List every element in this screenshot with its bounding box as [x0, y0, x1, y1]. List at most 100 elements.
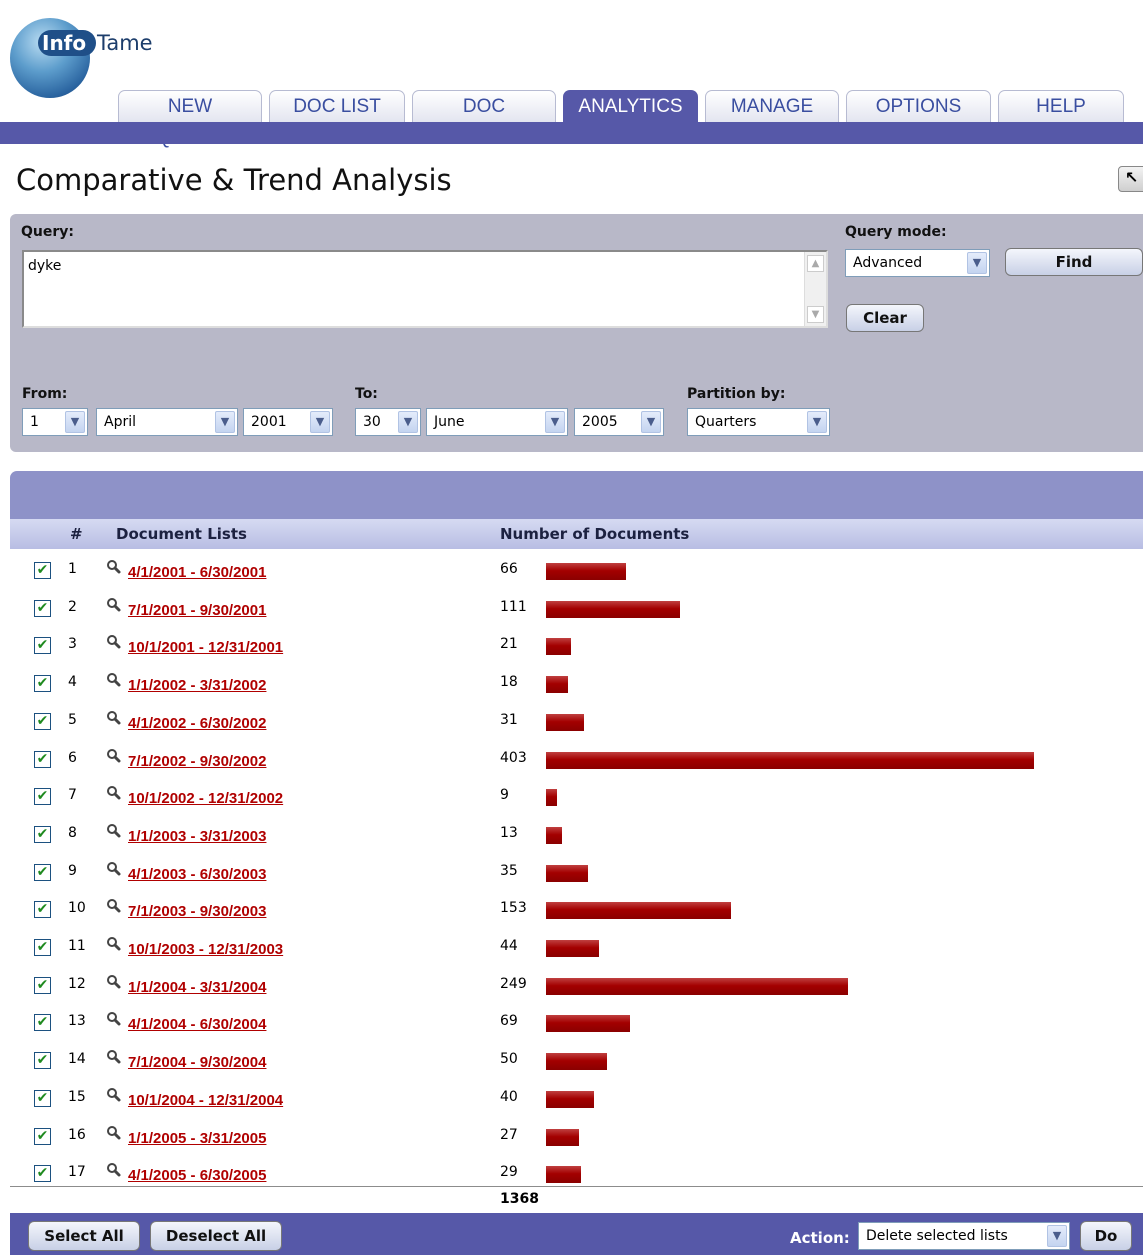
row-checkbox[interactable]: ✔: [34, 901, 51, 919]
row-checkbox[interactable]: ✔: [34, 1014, 51, 1032]
row-checkbox[interactable]: ✔: [34, 825, 51, 843]
find-button[interactable]: Find: [1005, 248, 1143, 276]
from-day-select[interactable]: 1 ▼: [22, 408, 88, 436]
list-item: ✔ 8 1/1/2003 - 3/31/2003 13: [0, 815, 1143, 852]
chevron-down-icon: ▼: [807, 411, 827, 433]
list-item: ✔ 7 10/1/2002 - 12/31/2002 9: [0, 777, 1143, 814]
query-mode-value: Advanced: [853, 255, 923, 271]
row-checkbox[interactable]: ✔: [34, 637, 51, 655]
document-count: 40: [500, 1088, 518, 1105]
row-checkbox[interactable]: ✔: [34, 1127, 51, 1145]
from-year-select[interactable]: 2001 ▼: [243, 408, 333, 436]
query-textarea[interactable]: dyke ▲ ▼: [22, 250, 828, 328]
document-list-link[interactable]: 7/1/2002 - 9/30/2002: [128, 753, 266, 770]
document-list-link[interactable]: 7/1/2001 - 9/30/2001: [128, 602, 266, 619]
document-list-link[interactable]: 7/1/2003 - 9/30/2003: [128, 903, 266, 920]
tab-doc-list[interactable]: DOC LIST: [269, 90, 405, 122]
tab-analytics[interactable]: ANALYTICS: [563, 90, 698, 122]
magnifier-icon[interactable]: [106, 1049, 124, 1067]
count-bar: [546, 864, 588, 882]
magnifier-icon[interactable]: [106, 1011, 124, 1029]
document-list-link[interactable]: 10/1/2003 - 12/31/2003: [128, 941, 283, 958]
list-item: ✔ 4 1/1/2002 - 3/31/2002 18: [0, 664, 1143, 701]
magnifier-icon[interactable]: [106, 748, 124, 766]
row-number: 11: [68, 938, 86, 954]
list-item: ✔ 11 10/1/2003 - 12/31/2003 44: [0, 928, 1143, 965]
row-checkbox[interactable]: ✔: [34, 1089, 51, 1107]
magnifier-icon[interactable]: [106, 861, 124, 879]
document-list-link[interactable]: 4/1/2004 - 6/30/2004: [128, 1016, 266, 1033]
list-item: ✔ 12 1/1/2004 - 3/31/2004 249: [0, 966, 1143, 1003]
magnifier-icon[interactable]: [106, 672, 124, 690]
tab-new-query[interactable]: NEW QUERY: [118, 90, 262, 149]
row-checkbox[interactable]: ✔: [34, 1052, 51, 1070]
magnifier-icon[interactable]: [106, 634, 124, 652]
col-number-header: #: [70, 525, 83, 543]
to-month-select[interactable]: June ▼: [426, 408, 568, 436]
query-scrollbar[interactable]: ▲ ▼: [804, 252, 826, 326]
list-item: ✔ 16 1/1/2005 - 3/31/2005 27: [0, 1117, 1143, 1154]
row-number: 10: [68, 900, 86, 917]
row-checkbox[interactable]: ✔: [34, 1165, 51, 1183]
magnifier-icon[interactable]: [106, 559, 124, 577]
row-number: 4: [68, 674, 77, 691]
magnifier-icon[interactable]: [106, 1087, 124, 1105]
magnifier-icon[interactable]: [106, 1162, 124, 1180]
row-checkbox[interactable]: ✔: [34, 863, 51, 881]
count-bar: [546, 676, 568, 694]
tab-manage[interactable]: MANAGE: [705, 90, 839, 122]
count-bar: [546, 1128, 579, 1146]
from-month-value: April: [104, 414, 136, 430]
tab-doc-review[interactable]: DOC REVIEW: [412, 90, 556, 149]
magnifier-icon[interactable]: [106, 710, 124, 728]
magnifier-icon[interactable]: [106, 1125, 124, 1143]
document-list-link[interactable]: 4/1/2001 - 6/30/2001: [128, 564, 266, 581]
scroll-up-icon[interactable]: ▲: [807, 255, 824, 272]
row-checkbox[interactable]: ✔: [34, 750, 51, 768]
document-list-link[interactable]: 4/1/2005 - 6/30/2005: [128, 1167, 266, 1184]
query-mode-select[interactable]: Advanced ▼: [845, 249, 990, 277]
row-checkbox[interactable]: ✔: [34, 976, 51, 994]
select-all-button[interactable]: Select All: [28, 1221, 140, 1251]
magnifier-icon[interactable]: [106, 785, 124, 803]
magnifier-icon[interactable]: [106, 898, 124, 916]
document-list-link[interactable]: 4/1/2002 - 6/30/2002: [128, 715, 266, 732]
row-checkbox[interactable]: ✔: [34, 562, 51, 579]
document-list-link[interactable]: 10/1/2001 - 12/31/2001: [128, 639, 283, 656]
document-list-link[interactable]: 7/1/2004 - 9/30/2004: [128, 1054, 266, 1071]
tab-help[interactable]: HELP: [998, 90, 1124, 122]
row-checkbox[interactable]: ✔: [34, 599, 51, 617]
row-checkbox[interactable]: ✔: [34, 675, 51, 693]
magnifier-icon[interactable]: [106, 936, 124, 954]
from-month-select[interactable]: April ▼: [96, 408, 238, 436]
magnifier-icon[interactable]: [106, 974, 124, 992]
row-number: 9: [68, 862, 77, 879]
magnifier-icon[interactable]: [106, 597, 124, 615]
document-list-link[interactable]: 10/1/2004 - 12/31/2004: [128, 1092, 283, 1109]
document-list-link[interactable]: 1/1/2003 - 3/31/2003: [128, 828, 266, 845]
count-bar: [546, 1053, 607, 1071]
scroll-down-icon[interactable]: ▼: [807, 306, 824, 323]
magnifier-icon[interactable]: [106, 823, 124, 841]
document-list-link[interactable]: 4/1/2003 - 6/30/2003: [128, 866, 266, 883]
clear-button[interactable]: Clear: [846, 304, 924, 332]
query-label: Query:: [21, 224, 74, 240]
to-year-select[interactable]: 2005 ▼: [574, 408, 664, 436]
document-count: 29: [500, 1164, 518, 1181]
document-list-link[interactable]: 1/1/2005 - 3/31/2005: [128, 1130, 266, 1147]
expand-arrow-icon[interactable]: ↖: [1118, 166, 1143, 192]
document-list-link[interactable]: 1/1/2004 - 3/31/2004: [128, 979, 266, 996]
row-checkbox[interactable]: ✔: [34, 939, 51, 956]
to-day-select[interactable]: 30 ▼: [355, 408, 421, 436]
chevron-down-icon: ▼: [215, 411, 235, 433]
partition-select[interactable]: Quarters ▼: [687, 408, 830, 436]
document-list-link[interactable]: 10/1/2002 - 12/31/2002: [128, 790, 283, 807]
row-checkbox[interactable]: ✔: [34, 712, 51, 730]
tab-options[interactable]: OPTIONS: [846, 90, 991, 122]
do-button[interactable]: Do: [1080, 1221, 1132, 1251]
col-lists-header: Document Lists: [116, 525, 247, 543]
deselect-all-button[interactable]: Deselect All: [150, 1221, 282, 1251]
document-list-link[interactable]: 1/1/2002 - 3/31/2002: [128, 677, 266, 694]
row-checkbox[interactable]: ✔: [34, 788, 51, 806]
action-select[interactable]: Delete selected lists ▼: [858, 1222, 1070, 1250]
